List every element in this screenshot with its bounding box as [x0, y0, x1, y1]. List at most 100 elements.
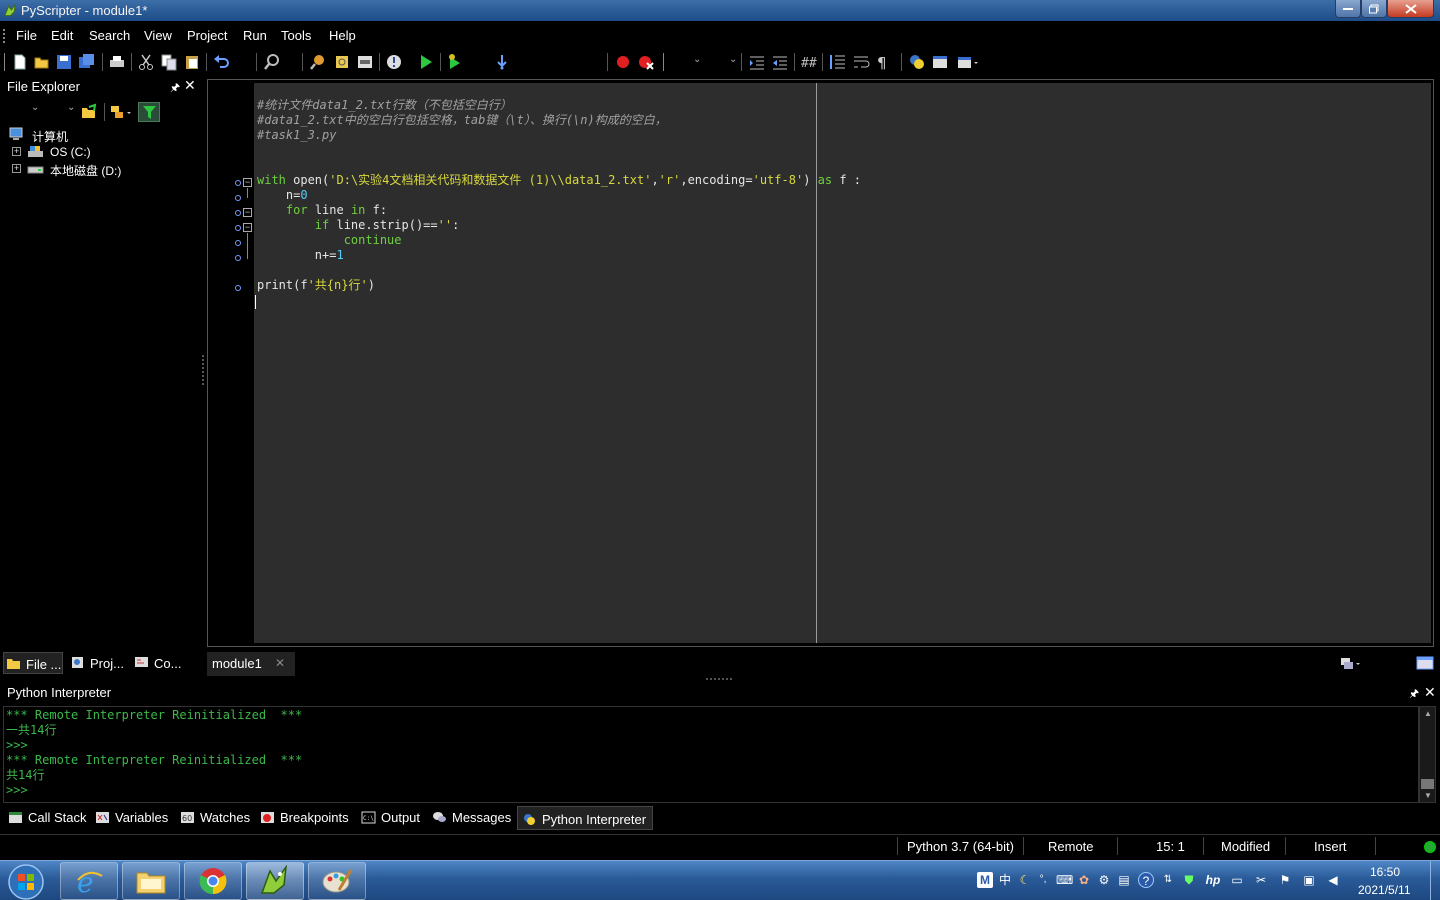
filter-button[interactable]	[138, 102, 160, 122]
close-panel-icon[interactable]: ✕	[184, 77, 196, 94]
clear-breakpoints-icon[interactable]	[637, 53, 655, 71]
status-insert-mode[interactable]: Insert	[1314, 839, 1347, 854]
ime-toolbar-icon[interactable]: M	[977, 872, 993, 888]
syntax-check-icon[interactable]	[385, 53, 403, 71]
fold-toggle-icon[interactable]: −	[243, 208, 252, 217]
paste-icon[interactable]	[183, 53, 201, 71]
bookmark-marker-icon[interactable]	[235, 255, 241, 261]
ime-moon-icon[interactable]: ☾	[1017, 872, 1033, 888]
line-numbers-icon[interactable]	[829, 53, 847, 71]
python-engine-icon[interactable]	[908, 53, 926, 71]
tab-messages[interactable]: Messages	[432, 806, 514, 830]
save-icon[interactable]	[55, 53, 73, 71]
menu-help[interactable]: Help	[329, 28, 356, 43]
taskbar-file-explorer[interactable]	[122, 862, 180, 900]
action-center-flag-icon[interactable]: ⚑	[1277, 872, 1293, 888]
bookmark-marker-icon[interactable]	[235, 240, 241, 246]
goto-line-icon[interactable]	[356, 53, 374, 71]
menu-project[interactable]: Project	[187, 28, 227, 43]
interpreter-scrollbar[interactable]: ▲ ▼	[1419, 706, 1436, 803]
copy-icon[interactable]	[160, 53, 178, 71]
ime-skin-icon[interactable]: ✿	[1076, 872, 1092, 888]
step-into-icon[interactable]	[493, 53, 511, 71]
volume-icon[interactable]: ◀	[1325, 872, 1341, 888]
window-layout-dropdown-icon[interactable]	[956, 53, 980, 71]
tab-python-interpreter[interactable]: Python Interpreter	[517, 806, 653, 830]
bookmark-marker-icon[interactable]	[235, 195, 241, 201]
word-wrap-icon[interactable]	[852, 53, 870, 71]
menu-edit[interactable]: Edit	[51, 28, 73, 43]
tree-item-drive-c[interactable]: + OS (C:)	[12, 144, 192, 161]
print-icon[interactable]	[108, 53, 126, 71]
dropdown-chevron-icon[interactable]: ⌄	[729, 54, 737, 65]
forward-dropdown-icon[interactable]: ⌄	[67, 102, 75, 113]
keyboard-icon[interactable]: ⌨	[1056, 872, 1073, 888]
horizontal-splitter[interactable]	[706, 678, 732, 680]
dropdown-chevron-icon[interactable]: ⌄	[693, 54, 701, 65]
run-icon[interactable]	[417, 53, 435, 71]
close-tab-icon[interactable]: ✕	[275, 656, 285, 670]
tree-item-computer[interactable]: 计算机	[9, 127, 189, 144]
clock-time[interactable]: 16:50	[1370, 865, 1400, 879]
menu-search[interactable]: Search	[89, 28, 130, 43]
bookmark-marker-icon[interactable]	[235, 225, 241, 231]
menu-tools[interactable]: Tools	[281, 28, 311, 43]
menu-grip[interactable]	[3, 29, 5, 43]
tab-watches[interactable]: 60 Watches	[180, 806, 252, 830]
vertical-splitter[interactable]	[202, 355, 204, 385]
dedent-icon[interactable]	[771, 53, 789, 71]
tab-file-explorer[interactable]: File ...	[3, 652, 63, 674]
taskbar-pyscripter[interactable]	[246, 862, 304, 900]
tab-breakpoints[interactable]: Breakpoints	[260, 806, 355, 830]
menu-view[interactable]: View	[144, 28, 172, 43]
ime-language-indicator[interactable]: 中	[997, 872, 1013, 888]
bookmark-marker-icon[interactable]	[235, 210, 241, 216]
tools-icon[interactable]: ✂	[1253, 872, 1269, 888]
pin-icon[interactable]: 🖈	[170, 79, 180, 98]
taskbar-chrome[interactable]	[184, 862, 242, 900]
expand-icon[interactable]: +	[12, 147, 21, 156]
tab-project-explorer[interactable]: Proj...	[68, 652, 130, 674]
display-icon[interactable]: ▣	[1301, 872, 1317, 888]
undo-icon[interactable]	[212, 53, 230, 71]
indent-icon[interactable]	[748, 53, 766, 71]
tree-item-drive-d[interactable]: + 本地磁盘 (D:)	[12, 161, 192, 178]
scroll-down-icon[interactable]: ▼	[1424, 791, 1432, 800]
layout-icon[interactable]	[931, 53, 949, 71]
menu-file[interactable]: File	[16, 28, 37, 43]
back-dropdown-icon[interactable]: ⌄	[31, 102, 39, 113]
scroll-up-icon[interactable]: ▲	[1424, 709, 1432, 718]
maximize-button[interactable]	[1361, 0, 1387, 18]
show-desktop-button[interactable]	[1430, 861, 1440, 900]
find-in-files-icon[interactable]	[309, 53, 327, 71]
tab-list-dropdown-icon[interactable]	[1340, 656, 1362, 672]
taskbar-internet-explorer[interactable]: e	[60, 862, 118, 900]
start-button-icon[interactable]	[4, 863, 48, 900]
find-icon[interactable]	[263, 53, 281, 71]
tab-output[interactable]: C:\ Output	[361, 806, 426, 830]
bookmark-marker-icon[interactable]	[235, 180, 241, 186]
hp-icon[interactable]: hp	[1205, 872, 1221, 888]
tab-code-explorer[interactable]: Co...	[132, 652, 194, 674]
new-window-icon[interactable]	[1416, 655, 1434, 671]
scrollbar-thumb[interactable]	[1421, 779, 1434, 789]
toggle-breakpoint-icon[interactable]	[614, 53, 632, 71]
fold-toggle-icon[interactable]: −	[243, 178, 252, 187]
ime-document-icon[interactable]: ▤	[1116, 872, 1132, 888]
debug-icon[interactable]	[446, 53, 464, 71]
replace-icon[interactable]	[333, 53, 351, 71]
monitor-icon[interactable]: ▭	[1229, 872, 1245, 888]
tab-call-stack[interactable]: Call Stack	[8, 806, 90, 830]
tab-variables[interactable]: Variables	[95, 806, 173, 830]
ime-settings-icon[interactable]: ⚙	[1096, 872, 1112, 888]
clock-date[interactable]: 2021/5/11	[1358, 883, 1411, 897]
interpreter-console[interactable]: *** Remote Interpreter Reinitialized ***…	[3, 706, 1419, 803]
tab-module1[interactable]: module1 ✕	[207, 652, 295, 676]
title-bar[interactable]: PyScripter - module1*	[0, 0, 1440, 21]
ime-punctuation-icon[interactable]: °,	[1035, 872, 1051, 888]
code-editor[interactable]: − − − #统计文件data1_2.txt行数（不包括空白行） #data1_…	[207, 79, 1434, 647]
save-all-icon[interactable]	[78, 53, 96, 71]
menu-run[interactable]: Run	[243, 28, 267, 43]
close-window-button[interactable]	[1387, 0, 1434, 18]
status-engine[interactable]: Remote	[1048, 839, 1094, 854]
